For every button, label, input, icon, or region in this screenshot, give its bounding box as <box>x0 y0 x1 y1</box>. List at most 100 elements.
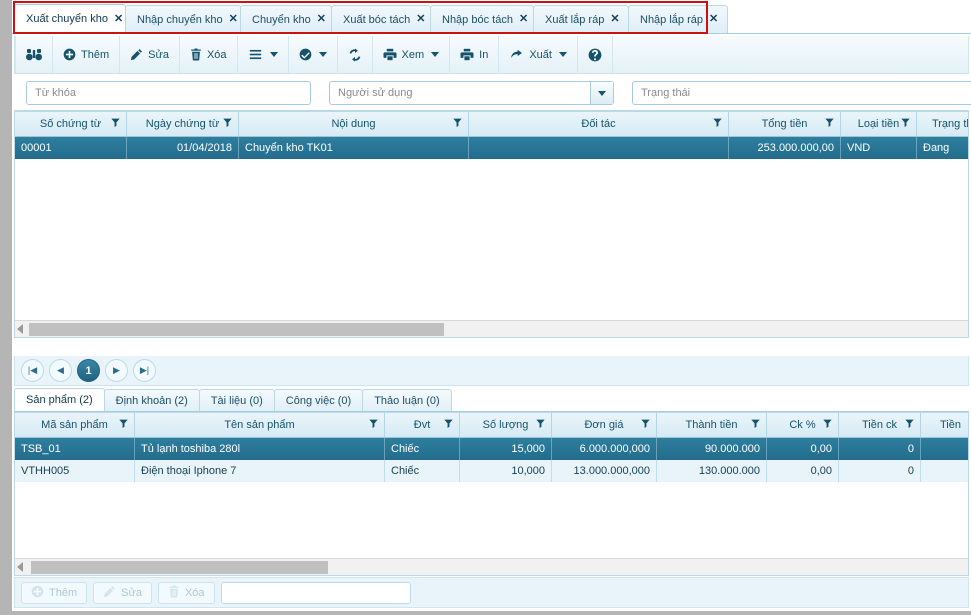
detail-tab-2[interactable]: Tài liệu (0) <box>198 389 275 411</box>
filter-icon[interactable] <box>905 419 914 431</box>
close-icon[interactable]: ✕ <box>416 14 425 25</box>
table-cell: Chiếc <box>385 460 460 482</box>
column-header[interactable]: Đơn giá <box>552 413 657 437</box>
view-button[interactable]: Xem <box>373 36 451 73</box>
column-header[interactable]: Ngày chứng từ <box>127 112 239 136</box>
column-header[interactable]: Tên sản phẩm <box>135 413 385 437</box>
next-page-button[interactable]: ▶ <box>105 359 128 382</box>
detail-quick-input[interactable] <box>220 581 411 604</box>
hscrollbar-thumb[interactable] <box>31 561 328 574</box>
print-button[interactable]: In <box>450 36 500 73</box>
column-header-label: Ck % <box>789 419 816 431</box>
page-1-button[interactable]: 1 <box>77 359 100 382</box>
table-row[interactable]: TSB_01 Tủ lạnh toshiba 280l Chiếc 15,000 6.0… <box>15 438 968 460</box>
document-tab-6[interactable]: Nhập lắp ráp ✕ <box>628 5 728 33</box>
filter-icon[interactable] <box>823 419 832 431</box>
filter-icon[interactable] <box>119 419 128 431</box>
table-cell: 0,00 <box>767 438 839 460</box>
button-label: Xóa <box>184 586 205 599</box>
first-page-button[interactable]: |◀ <box>21 359 44 382</box>
filter-icon[interactable] <box>453 118 462 130</box>
column-header[interactable]: Nội dung <box>239 112 469 136</box>
document-tab-0[interactable]: Xuất chuyển kho ✕ <box>14 4 126 33</box>
detail-tab-0[interactable]: Sản phẩm (2) <box>14 388 105 411</box>
filter-icon[interactable] <box>536 419 545 431</box>
refresh-button[interactable] <box>338 36 373 73</box>
share-arrow-icon <box>509 48 524 61</box>
binoculars-icon <box>26 48 42 62</box>
document-tab-label: Xuất chuyển kho <box>26 13 108 25</box>
toolbar-button-label: Xem <box>401 48 425 61</box>
detail-add-button: Thêm <box>21 581 88 604</box>
filter-icon[interactable] <box>713 118 722 130</box>
filter-icon[interactable] <box>444 419 453 431</box>
table-cell <box>921 438 968 460</box>
column-header[interactable]: Tổng tiền <box>729 112 841 136</box>
chevron-down-icon[interactable] <box>431 52 440 57</box>
filter-icon[interactable] <box>111 118 120 130</box>
chevron-down-icon[interactable] <box>590 82 613 104</box>
filter-icon[interactable] <box>641 419 650 431</box>
table-row[interactable]: VTHH005 Điện thoại Iphone 7 Chiếc 10,000 13.… <box>15 460 968 482</box>
column-header[interactable]: Tiền ck <box>839 413 921 437</box>
chevron-down-icon[interactable] <box>318 52 327 57</box>
find-button[interactable] <box>15 36 53 73</box>
detail-tab-3[interactable]: Công việc (0) <box>273 389 364 411</box>
column-header[interactable]: Loại tiền <box>841 112 917 136</box>
user-select[interactable]: Người sử dụng <box>329 81 614 105</box>
scroll-left-icon[interactable] <box>17 324 23 334</box>
detail-tab-1[interactable]: Định khoản (2) <box>103 389 200 411</box>
close-icon[interactable]: ✕ <box>610 14 619 25</box>
add-button[interactable]: Thêm <box>53 36 121 73</box>
detail-action-bar: Thêm Sửa Xóa <box>14 577 969 608</box>
pagination-bar: |◀ ◀ 1 ▶ ▶| <box>14 356 969 386</box>
column-header[interactable]: Trạng thái <box>917 112 968 136</box>
table-cell: Đang <box>917 137 968 159</box>
close-icon[interactable]: ✕ <box>519 14 528 25</box>
close-icon[interactable]: ✕ <box>317 14 326 25</box>
column-header[interactable]: Mã sản phẩm <box>15 413 135 437</box>
column-header[interactable]: Số chứng từ <box>15 112 127 136</box>
prev-page-button[interactable]: ◀ <box>49 359 72 382</box>
help-button[interactable] <box>578 36 613 73</box>
table-row[interactable]: 00001 01/04/2018 Chuyển kho TK01 253.000.00… <box>15 137 968 159</box>
column-header[interactable]: Tiền <box>921 413 968 437</box>
document-tab-5[interactable]: Xuất lắp ráp ✕ <box>533 5 629 33</box>
column-header[interactable]: Số lượng <box>460 413 552 437</box>
column-header-label: Nội dung <box>331 118 376 130</box>
document-grid-hscrollbar[interactable] <box>15 320 968 337</box>
delete-button[interactable]: Xóa <box>180 36 238 73</box>
product-grid-hscrollbar[interactable] <box>15 558 968 575</box>
filter-icon[interactable] <box>369 419 378 431</box>
column-header[interactable]: Thành tiền <box>657 413 767 437</box>
filter-icon[interactable] <box>825 118 834 130</box>
document-tab-3[interactable]: Xuất bóc tách ✕ <box>331 5 431 33</box>
column-header-label: Tiền ck <box>861 419 898 431</box>
close-icon[interactable]: ✕ <box>229 14 238 25</box>
detail-tab-label: Thảo luận (0) <box>374 394 440 407</box>
column-header[interactable]: Ck % <box>767 413 839 437</box>
last-page-button[interactable]: ▶| <box>133 359 156 382</box>
menu-button[interactable] <box>238 36 289 73</box>
document-tab-2[interactable]: Chuyển kho ✕ <box>240 5 332 33</box>
status-input[interactable]: Trạng thái <box>632 81 971 105</box>
column-header[interactable]: Đvt <box>385 413 460 437</box>
close-icon[interactable]: ✕ <box>114 13 123 25</box>
filter-icon[interactable] <box>751 419 760 431</box>
filter-icon[interactable] <box>223 118 232 130</box>
scroll-left-icon[interactable] <box>17 562 23 572</box>
chevron-down-icon[interactable] <box>269 52 278 57</box>
approve-button[interactable] <box>289 36 338 73</box>
document-tab-4[interactable]: Nhập bóc tách ✕ <box>430 5 534 33</box>
export-button[interactable]: Xuất <box>499 36 578 73</box>
document-tab-1[interactable]: Nhập chuyển kho ✕ <box>125 5 241 33</box>
search-input[interactable]: Từ khóa <box>26 81 311 105</box>
hscrollbar-thumb[interactable] <box>29 323 444 336</box>
close-icon[interactable]: ✕ <box>709 14 718 25</box>
toolbar-button-label: Xóa <box>206 48 227 61</box>
edit-button[interactable]: Sửa <box>120 36 180 73</box>
chevron-down-icon[interactable] <box>558 52 567 57</box>
detail-tab-4[interactable]: Thảo luận (0) <box>362 389 452 411</box>
column-header[interactable]: Đối tác <box>469 112 729 136</box>
filter-icon[interactable] <box>901 118 910 130</box>
